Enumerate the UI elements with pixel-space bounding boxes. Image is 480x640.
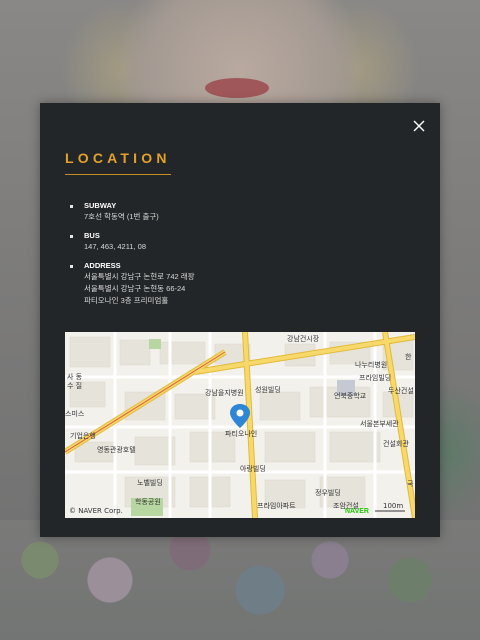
map-label-gangnam-tower: 강남건시장 <box>287 334 320 343</box>
map-label-eonbuk: 언북중학교 <box>334 391 367 400</box>
map-label-yeongdong: 영동관광호텔 <box>97 445 136 454</box>
naver-logo: NAVER <box>345 508 369 515</box>
location-info-list: SUBWAY 7호선 학동역 (1번 출구) BUS 147, 463, 421… <box>70 201 410 315</box>
bullet-icon <box>70 235 73 238</box>
bus-label: BUS <box>84 231 100 240</box>
bullet-icon <box>70 265 73 268</box>
map-label-smis: 스미스 <box>65 409 85 418</box>
map-label-hakdong: 학동공원 <box>135 497 161 506</box>
map-scale: 100m <box>383 502 403 510</box>
title-underline <box>65 174 171 175</box>
map-label-kuk: 국 <box>407 480 414 488</box>
address-line-2: 서울특별시 강남구 논현동 66-24 <box>84 284 186 293</box>
map-label-nobel: 노벨빌딩 <box>137 478 163 487</box>
location-map[interactable]: 강남건시장 나누리병원 한 프라임빌딩 두산건설 강남을지병원 성원빌딩 언북중… <box>65 332 415 518</box>
map-label-doosan: 두산건설 <box>388 386 414 395</box>
address-line-1: 서울특별시 강남구 논현로 742 래팡 <box>84 272 195 281</box>
location-modal: LOCATION SUBWAY 7호선 학동역 (1번 출구) BUS 147,… <box>40 103 440 537</box>
map-label-han: 한 <box>405 353 412 361</box>
map-label-patio: 파티오나인 <box>225 429 257 438</box>
map-label-customs: 서울본부세관 <box>360 419 399 428</box>
modal-title: LOCATION <box>65 150 171 166</box>
map-copyright: © NAVER Corp. <box>69 507 123 515</box>
address-info: ADDRESS 서울특별시 강남구 논현로 742 래팡 서울특별시 강남구 논… <box>70 261 410 307</box>
close-button[interactable] <box>406 113 432 139</box>
map-label-arang: 아랑빌딩 <box>240 464 266 473</box>
map-label-hospital: 강남을지병원 <box>205 388 244 397</box>
address-label: ADDRESS <box>84 261 121 270</box>
subway-value: 7호선 학동역 (1번 출구) <box>84 212 159 221</box>
address-line-3: 파티오나인 3층 프리미엄홀 <box>84 296 169 305</box>
subway-info: SUBWAY 7호선 학동역 (1번 출구) <box>70 201 410 223</box>
map-label-sujil: 수 질 <box>67 382 82 390</box>
map-label-seongwon: 성원빌딩 <box>255 385 281 394</box>
close-icon <box>413 120 425 132</box>
map-label-sadong: 사 동 <box>67 372 83 381</box>
map-label-prime: 프라임빌딩 <box>359 373 391 382</box>
map-label-nanuri: 나누리병원 <box>355 360 387 369</box>
map-label-construction: 건설회관 <box>383 439 409 448</box>
map-label-kiup: 기업은행 <box>70 431 96 440</box>
map-label-jeongwoo: 정우빌딩 <box>315 488 341 497</box>
map-canvas[interactable]: 강남건시장 나누리병원 한 프라임빌딩 두산건설 강남을지병원 성원빌딩 언북중… <box>65 332 415 518</box>
bus-info: BUS 147, 463, 4211, 08 <box>70 231 410 253</box>
bus-value: 147, 463, 4211, 08 <box>84 242 146 251</box>
bullet-icon <box>70 205 73 208</box>
map-label-frim: 프라임아파트 <box>257 501 296 510</box>
subway-label: SUBWAY <box>84 201 117 210</box>
